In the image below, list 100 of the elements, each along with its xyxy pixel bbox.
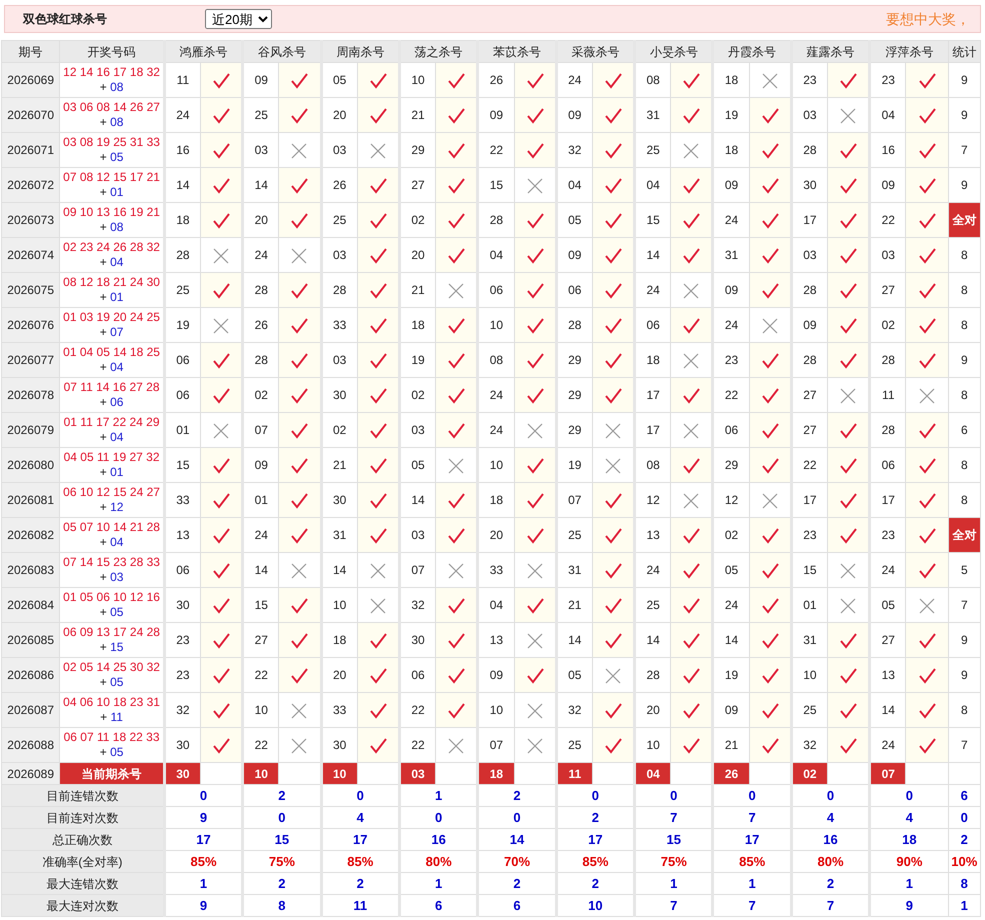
tally-cell: 9 — [948, 98, 980, 132]
kill-number-cell: 10 — [478, 692, 514, 728]
bonus-number: + 11 — [99, 710, 124, 725]
stat-value: 8 — [948, 872, 980, 894]
stat-value: 6 — [399, 894, 478, 916]
kill-number: 07 — [870, 762, 906, 784]
kill-number-cell: 29 — [556, 412, 592, 448]
stat-value: 1 — [399, 872, 478, 894]
stat-value: 0 — [948, 806, 980, 828]
column-header: 小旻杀号 — [634, 40, 713, 62]
column-header: 周南杀号 — [321, 40, 400, 62]
stat-value: 7 — [712, 806, 792, 828]
stat-value: 4 — [321, 806, 400, 828]
stat-value: 0 — [791, 784, 870, 806]
bonus-number: + 04 — [98, 430, 124, 445]
winning-numbers: 02 05 14 25 30 32 — [62, 660, 161, 675]
stat-value: 11 — [321, 894, 400, 916]
stat-value: 6 — [478, 894, 556, 916]
winning-numbers: 04 06 10 18 23 31 — [62, 695, 161, 710]
stat-value: 0 — [478, 806, 556, 828]
period-cell: 2026075 — [2, 272, 60, 308]
kill-number-cell: 25 — [634, 132, 671, 168]
column-header: 开奖号码 — [60, 40, 164, 62]
bonus-number: + 01 — [98, 290, 124, 305]
stat-value: 2 — [242, 872, 322, 894]
period-cell: 2026084 — [2, 588, 60, 622]
period-cell: 2026072 — [2, 168, 60, 202]
kill-number-cell: 27 — [791, 378, 828, 412]
kill-number-cell: 03 — [791, 98, 828, 132]
stat-value: 17 — [164, 828, 243, 850]
kill-number-cell: 24 — [712, 308, 750, 342]
stat-value: 75% — [242, 850, 322, 872]
tally-cell: 5 — [948, 552, 980, 588]
period-cell: 2026078 — [2, 378, 60, 412]
bonus-number: + 04 — [98, 535, 124, 550]
period-cell: 2026074 — [2, 238, 60, 272]
stat-value: 17 — [712, 828, 792, 850]
stat-value: 2 — [556, 806, 635, 828]
tally-cell: 7 — [948, 132, 980, 168]
bonus-number: + 07 — [98, 325, 124, 340]
bonus-number: + 04 — [98, 255, 124, 270]
kill-number-cell: 24 — [634, 272, 671, 308]
row-label: 总正确次数 — [2, 828, 164, 850]
stat-value: 2 — [478, 872, 556, 894]
winning-numbers: 07 11 14 16 27 28 — [62, 380, 160, 395]
kill-number: 30 — [164, 762, 200, 784]
winning-numbers: 05 07 10 14 21 28 — [62, 520, 161, 535]
stat-value: 16 — [791, 828, 870, 850]
kill-number-cell: 01 — [791, 588, 828, 622]
period-cell: 2026069 — [2, 62, 60, 98]
winning-numbers: 09 10 13 16 19 21 — [62, 205, 161, 220]
winning-numbers: 06 07 11 18 22 33 — [62, 730, 160, 745]
kill-number-cell: 10 — [321, 588, 358, 622]
stat-value: 85% — [164, 850, 243, 872]
period-cell: 2026086 — [2, 658, 60, 692]
period-select[interactable]: 近20期 — [205, 9, 272, 29]
bonus-number: + 05 — [98, 745, 124, 760]
kill-number-cell: 03 — [321, 132, 358, 168]
winning-numbers: 01 05 06 10 12 16 — [62, 590, 161, 605]
stat-value: 10% — [948, 850, 980, 872]
column-header: 荡之杀号 — [399, 40, 478, 62]
kill-number: 18 — [478, 762, 514, 784]
tally-cell: 8 — [948, 272, 980, 308]
stat-value: 0 — [712, 784, 792, 806]
stat-value: 90% — [870, 850, 948, 872]
stat-value: 1 — [164, 872, 243, 894]
column-header: 谷风杀号 — [242, 40, 322, 62]
kill-number-cell: 12 — [634, 482, 671, 518]
kill-number-cell: 18 — [712, 62, 750, 98]
bonus-number: + 08 — [98, 115, 124, 130]
column-header: 浮萍杀号 — [870, 40, 948, 62]
kill-number-cell: 15 — [791, 552, 828, 588]
stat-value: 10 — [556, 894, 635, 916]
stat-value: 2 — [948, 828, 980, 850]
kill-number-cell: 10 — [242, 692, 279, 728]
bonus-number: + 05 — [98, 150, 124, 165]
stat-value: 7 — [712, 894, 792, 916]
period-cell: 2026089 — [2, 762, 60, 784]
winning-numbers: 12 14 16 17 18 32 — [62, 65, 161, 80]
bonus-number: + 06 — [98, 395, 124, 410]
kill-number: 11 — [556, 762, 592, 784]
column-header: 鸿雁杀号 — [164, 40, 243, 62]
stat-value: 14 — [478, 828, 556, 850]
kill-number-cell: 33 — [478, 552, 514, 588]
stat-value: 17 — [321, 828, 400, 850]
kill-number-cell: 24 — [242, 238, 279, 272]
kill-number-cell: 05 — [399, 448, 436, 482]
column-header: 苯苡杀号 — [478, 40, 556, 62]
kill-number-cell: 28 — [164, 238, 200, 272]
kill-number-cell: 05 — [870, 588, 906, 622]
bonus-number: + 03 — [98, 570, 124, 585]
stat-value: 6 — [948, 784, 980, 806]
stat-value: 2 — [791, 872, 870, 894]
winning-numbers: 06 09 13 17 24 28 — [62, 625, 161, 640]
stat-value: 2 — [321, 872, 400, 894]
bonus-number: + 05 — [98, 675, 124, 690]
kill-number-cell: 19 — [164, 308, 200, 342]
bonus-number: + 08 — [98, 80, 124, 95]
period-cell: 2026079 — [2, 412, 60, 448]
winning-numbers: 07 14 15 23 28 33 — [62, 555, 161, 570]
